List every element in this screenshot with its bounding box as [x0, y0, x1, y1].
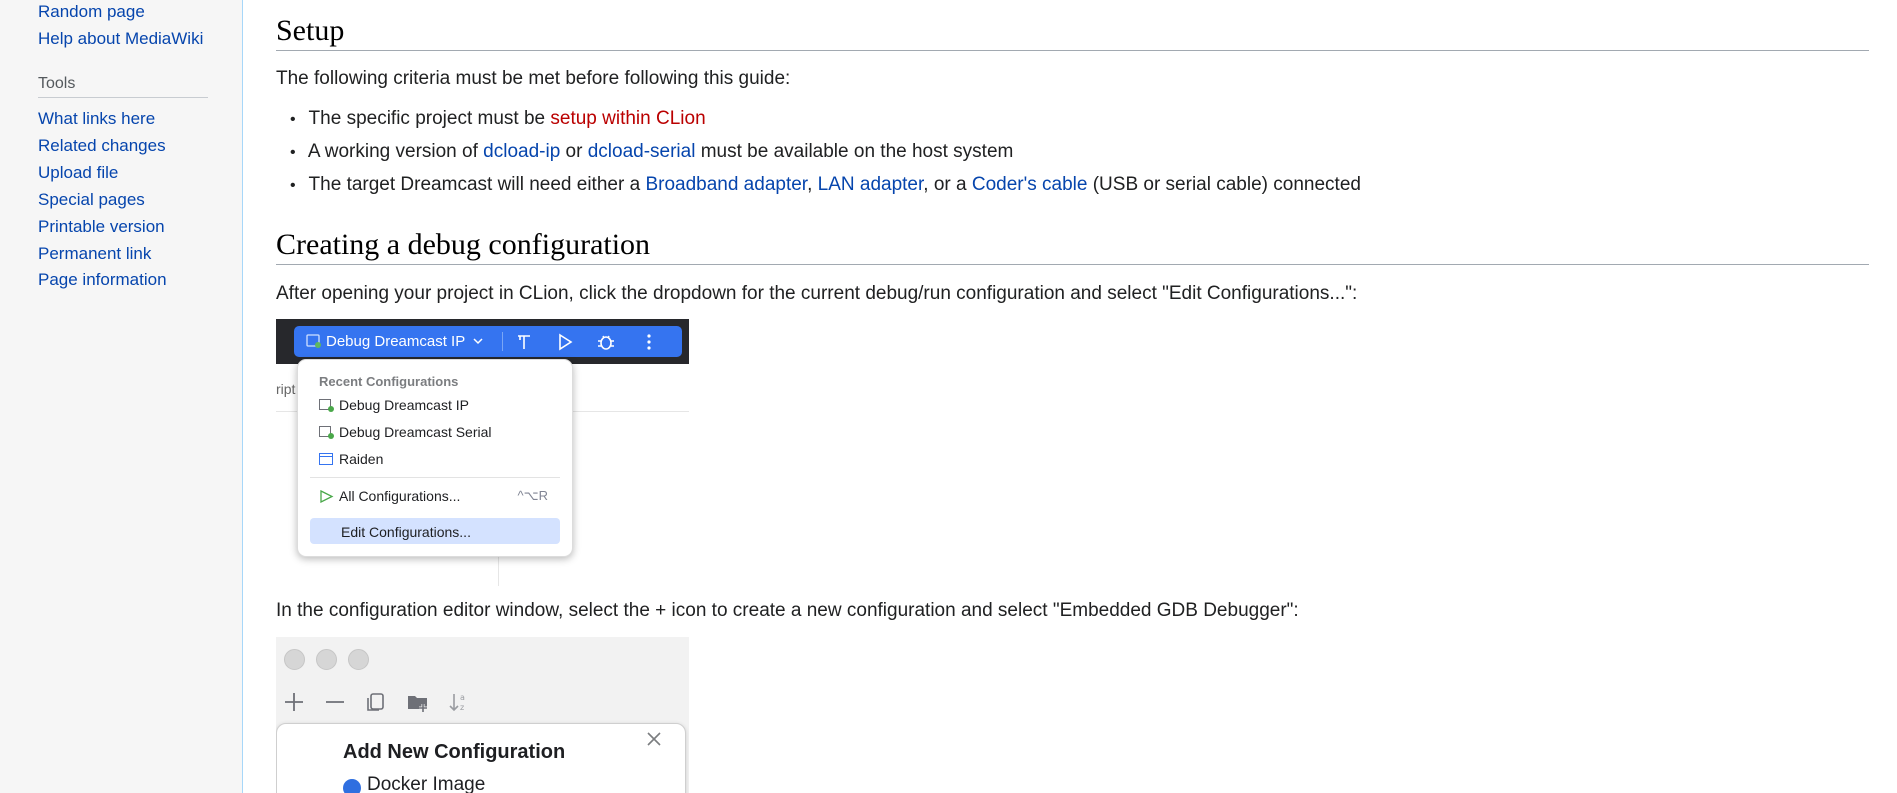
- setup-heading: Setup: [276, 14, 1869, 51]
- sidebar-link-random-page[interactable]: Random page: [38, 2, 145, 22]
- more-options-icon: [647, 334, 651, 350]
- screenshot-run-config-dropdown[interactable]: Debug Dreamcast IP ript Recent Configura…: [276, 319, 689, 586]
- menu-item-label: Debug Dreamcast IP: [339, 397, 469, 413]
- build-hammer-icon: [518, 335, 530, 349]
- window-zoom-dot: [348, 649, 369, 670]
- window-icon: [319, 453, 333, 465]
- bullet-text: , or a: [923, 174, 972, 195]
- run-config-label: Debug Dreamcast IP: [326, 333, 465, 350]
- menu-item-debug-dreamcast-ip: Debug Dreamcast IP: [319, 397, 469, 413]
- chevron-down-icon: [473, 338, 483, 345]
- requirements-list: The specific project must be setup withi…: [276, 105, 1361, 204]
- window-close-dot: [284, 649, 305, 670]
- run-config-widget: Debug Dreamcast IP: [294, 326, 682, 357]
- menu-item-label: Raiden: [339, 451, 384, 467]
- bullet-text: ,: [807, 174, 818, 195]
- list-item: The specific project must be setup withi…: [276, 105, 1361, 138]
- sidebar-link-related-changes[interactable]: Related changes: [38, 136, 166, 156]
- svg-text:a: a: [460, 693, 465, 702]
- window-minimize-dot: [316, 649, 337, 670]
- copy-icon: [367, 693, 384, 711]
- menu-item-debug-dreamcast-serial: Debug Dreamcast Serial: [319, 424, 492, 440]
- sidebar-link-upload-file[interactable]: Upload file: [38, 163, 118, 183]
- debug-bug-icon: [598, 335, 614, 350]
- bullet-text: The specific project must be: [308, 108, 551, 129]
- screenshot-config-editor[interactable]: az Add New Configuration Docker Image: [276, 637, 689, 793]
- link-dcload-ip[interactable]: dcload-ip: [483, 141, 560, 162]
- config-icon: [306, 334, 321, 348]
- config-dropdown-menu: Recent Configurations Debug Dreamcast IP…: [297, 359, 573, 557]
- link-setup-within-clion[interactable]: setup within CLion: [550, 108, 705, 129]
- list-item: A working version of dcload-ip or dcload…: [276, 138, 1361, 171]
- menu-heading: Recent Configurations: [319, 374, 459, 389]
- link-coders-cable[interactable]: Coder's cable: [972, 174, 1088, 195]
- sidebar: Random page Help about MediaWiki Tools W…: [0, 0, 243, 793]
- debug-para-1: After opening your project in CLion, cli…: [276, 283, 1358, 304]
- run-play-icon: [559, 333, 573, 351]
- list-item: Docker Image: [367, 774, 486, 793]
- shortcut-hint: ^⌥R: [517, 488, 548, 503]
- add-new-configuration-popup: Add New Configuration Docker Image: [276, 723, 686, 793]
- debug-config-heading: Creating a debug configuration: [276, 228, 1869, 265]
- link-lan-adapter[interactable]: LAN adapter: [818, 174, 924, 195]
- bullet-text: (USB or serial cable) connected: [1087, 174, 1361, 195]
- run-play-icon: [320, 490, 334, 503]
- menu-item-raiden: Raiden: [319, 451, 383, 467]
- link-dcload-serial[interactable]: dcload-serial: [588, 141, 696, 162]
- add-plus-icon: [285, 693, 303, 711]
- bullet-text: The target Dreamcast will need either a: [308, 174, 646, 195]
- background-text: ript: [276, 381, 296, 397]
- popup-title: Add New Configuration: [343, 741, 566, 763]
- run-config-selector: Debug Dreamcast IP: [306, 326, 483, 357]
- menu-item-label: Debug Dreamcast Serial: [339, 424, 492, 440]
- bullet-text: or: [560, 141, 588, 162]
- sidebar-link-printable-version[interactable]: Printable version: [38, 217, 165, 237]
- menu-item-all-configurations: All Configurations...: [319, 488, 460, 504]
- close-icon: [647, 732, 661, 746]
- sidebar-link-permanent-link[interactable]: Permanent link: [38, 244, 151, 264]
- config-icon: [319, 399, 334, 412]
- sidebar-link-special-pages[interactable]: Special pages: [38, 190, 145, 210]
- sidebar-link-what-links-here[interactable]: What links here: [38, 109, 155, 129]
- remove-minus-icon: [326, 701, 344, 703]
- debug-para-2: In the configuration editor window, sele…: [276, 600, 1299, 621]
- svg-text:z: z: [460, 703, 464, 712]
- bullet-text: A working version of: [307, 141, 484, 162]
- divider: [502, 332, 503, 351]
- menu-divider: [310, 477, 560, 478]
- bullet-text: must be available on the host system: [695, 141, 1014, 162]
- list-item: The target Dreamcast will need either a …: [276, 171, 1361, 204]
- config-icon: [319, 426, 334, 439]
- sidebar-link-page-information[interactable]: Page information: [38, 270, 167, 290]
- sidebar-link-help[interactable]: Help about MediaWiki: [38, 29, 203, 49]
- link-broadband-adapter[interactable]: Broadband adapter: [645, 174, 807, 195]
- setup-intro: The following criteria must be met befor…: [276, 68, 791, 89]
- menu-item-label: All Configurations...: [339, 488, 461, 504]
- docker-icon: [343, 779, 361, 793]
- sort-az-icon: az: [449, 693, 465, 712]
- tools-heading: Tools: [38, 75, 208, 98]
- menu-item-edit-configurations: Edit Configurations...: [341, 524, 471, 540]
- folder-add-icon: [408, 696, 427, 712]
